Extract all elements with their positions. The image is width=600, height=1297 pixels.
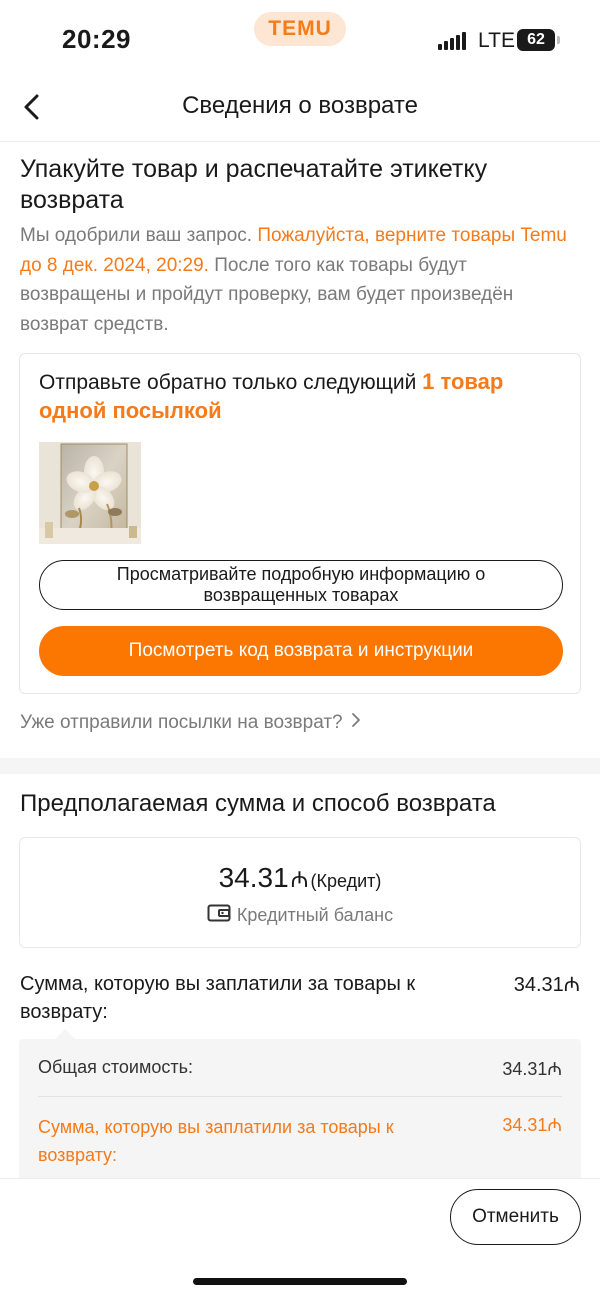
- brand-pill: TEMU: [254, 12, 346, 46]
- battery-level: 62: [527, 31, 545, 48]
- chevron-right-icon: [351, 711, 361, 734]
- page-title: Сведения о возврате: [182, 92, 418, 119]
- refund-method-row: Кредитный баланс: [20, 904, 580, 927]
- pack-section-description: Мы одобрили ваш запрос. Пожалуйста, верн…: [20, 221, 580, 339]
- currency-symbol: ₼: [290, 867, 309, 892]
- return-card-heading: Отправьте обратно только следующий 1 тов…: [39, 368, 569, 426]
- wallet-icon: [207, 904, 231, 927]
- refund-amount: 34.31: [218, 862, 289, 893]
- return-card-heading-text: Отправьте обратно только следующий: [39, 371, 423, 394]
- refund-breakdown: Общая стоимость: 34.31₼ Сумма, которую в…: [19, 1029, 581, 1189]
- refund-amount-note: (Кредит): [310, 871, 382, 891]
- refund-amount-card: 34.31 ₼ (Кредит) Кредитный баланс: [19, 837, 581, 948]
- view-returned-items-button[interactable]: Просматривайте подробную информацию о во…: [39, 560, 563, 610]
- total-cost-value: 34.31₼: [502, 1059, 562, 1079]
- refund-method: Кредитный баланс: [236, 905, 394, 925]
- network-type: LTE: [478, 29, 515, 52]
- paid-amount-label: Сумма, которую вы заплатили за товары к …: [20, 973, 416, 1023]
- return-items-card: Отправьте обратно только следующий 1 тов…: [19, 353, 581, 694]
- breakdown-paid-value: 34.31₼: [502, 1115, 562, 1135]
- already-sent-link[interactable]: Уже отправили посылки на возврат?: [20, 711, 361, 734]
- breakdown-notch: [55, 1029, 75, 1039]
- signal-icon: [438, 32, 466, 50]
- battery-tip: [557, 36, 560, 44]
- breakdown-paid-label: Сумма, которую вы заплатили за товары к …: [38, 1117, 394, 1165]
- status-bar: 20:29 TEMU LTE 62: [0, 0, 600, 70]
- total-cost-label: Общая стоимость:: [38, 1057, 193, 1077]
- section-divider: [0, 758, 600, 774]
- refund-section-title: Предполагаемая сумма и способ возврата: [20, 790, 496, 817]
- breakdown-separator: [38, 1096, 562, 1097]
- paid-amount-value: 34.31₼: [513, 974, 580, 996]
- brand-logo: TEMU: [268, 17, 332, 40]
- footer-bar: Отменить: [0, 1178, 600, 1297]
- product-thumbnail[interactable]: [39, 442, 141, 544]
- status-time: 20:29: [62, 24, 131, 54]
- cancel-button[interactable]: Отменить: [450, 1189, 581, 1245]
- refund-amount-row: 34.31 ₼ (Кредит): [20, 862, 580, 894]
- battery-icon: 62: [517, 29, 555, 51]
- view-return-code-button[interactable]: Посмотреть код возврата и инструкции: [39, 626, 563, 676]
- nav-bar: Сведения о возврате: [0, 72, 600, 142]
- already-sent-label: Уже отправили посылки на возврат?: [20, 711, 343, 733]
- home-indicator[interactable]: [193, 1278, 407, 1285]
- pack-section-title: Упакуйте товар и распечатайте этикетку в…: [20, 155, 488, 214]
- desc-text: Мы одобрили ваш запрос.: [20, 225, 258, 246]
